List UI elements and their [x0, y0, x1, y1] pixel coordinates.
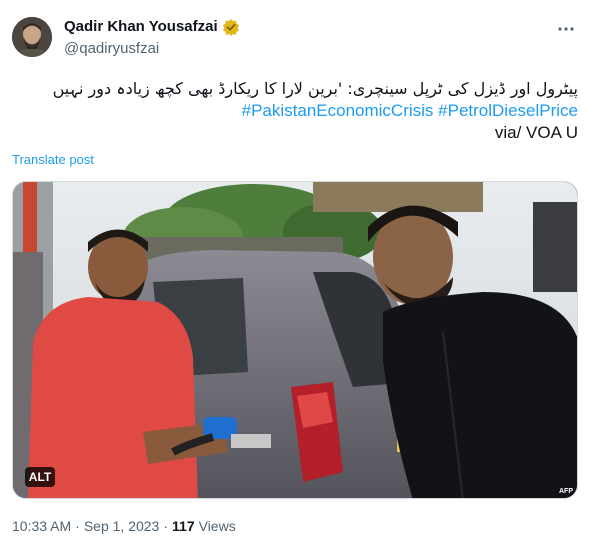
tweet-urdu-text: پیٹرول اور ڈیزل کی ٹرپل سینچری: 'برین لا…: [52, 79, 578, 98]
author-display-name[interactable]: Qadir Khan Yousafzai: [64, 17, 218, 37]
photo-watermark: AFP: [559, 488, 573, 495]
avatar[interactable]: [12, 17, 52, 57]
translate-post-link[interactable]: Translate post: [12, 152, 94, 167]
meta-separator: ·: [163, 518, 169, 534]
alt-text-button[interactable]: ALT: [25, 467, 55, 487]
more-options-button[interactable]: [556, 19, 576, 39]
tweet-time[interactable]: 10:33 AM: [12, 517, 71, 535]
more-horizontal-icon: [558, 27, 574, 31]
author-names: Qadir Khan Yousafzai @qadiryusfzai: [64, 17, 240, 59]
tweet-metadata: 10:33 AM · Sep 1, 2023 · 117 Views: [12, 517, 236, 535]
views-count: 117: [172, 518, 195, 534]
hashtag-link[interactable]: #PetrolDieselPrice: [438, 101, 578, 120]
author-handle[interactable]: @qadiryusfzai: [64, 39, 240, 59]
tweet-card: Qadir Khan Yousafzai @qadiryusfzai پیٹرو…: [0, 0, 589, 547]
tweet-date[interactable]: Sep 1, 2023: [84, 517, 160, 535]
tweet-via-text: via/ VOA U: [494, 123, 578, 142]
views-label: Views: [198, 518, 236, 534]
tweet-hashtags: #PakistanEconomicCrisis #PetrolDieselPri…: [12, 100, 578, 122]
hashtag-link[interactable]: #PakistanEconomicCrisis: [242, 101, 434, 120]
meta-separator: ·: [75, 518, 80, 534]
verified-gold-icon[interactable]: [222, 18, 240, 36]
tweet-header: Qadir Khan Yousafzai @qadiryusfzai: [12, 15, 578, 63]
tweet-text: پیٹرول اور ڈیزل کی ٹرپل سینچری: 'برین لا…: [12, 78, 578, 144]
tweet-media-image[interactable]: ALT AFP: [12, 181, 578, 499]
